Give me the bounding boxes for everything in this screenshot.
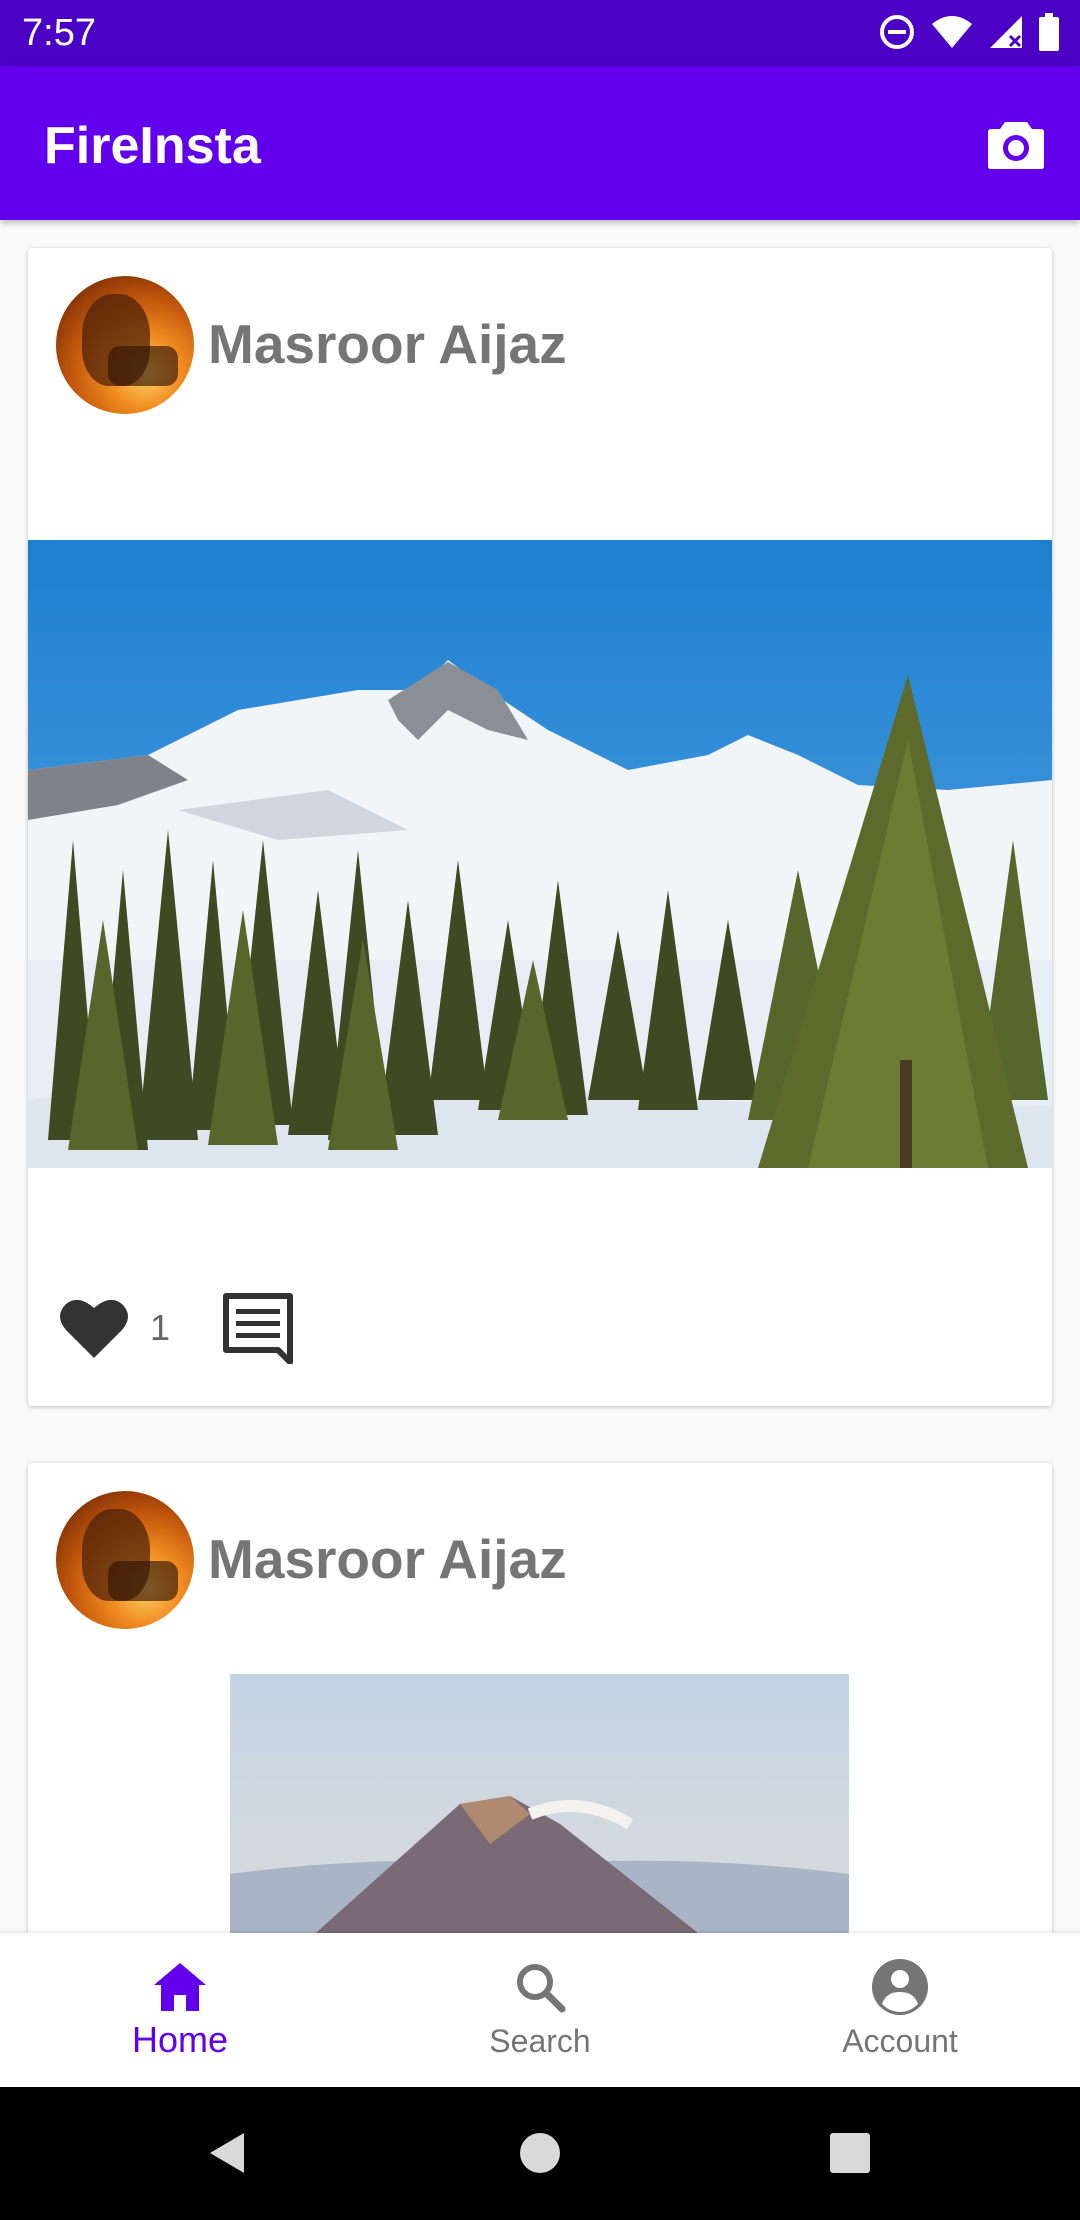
nav-home[interactable]: Home	[0, 1933, 360, 2087]
back-icon	[210, 2133, 244, 2173]
post-actions: 1	[56, 1288, 296, 1368]
back-button[interactable]	[196, 2123, 256, 2183]
heart-icon	[60, 1299, 128, 1358]
like-button[interactable]	[56, 1290, 132, 1366]
camera-icon	[988, 122, 1044, 169]
bottom-navigation: Home Search Account	[0, 1933, 1080, 2087]
app-bar: FireInsta	[0, 66, 1080, 220]
nav-search-label: Search	[489, 2023, 591, 2059]
battery-icon	[1039, 13, 1059, 51]
comment-button[interactable]	[220, 1290, 296, 1366]
account-circle-icon	[872, 1959, 928, 2015]
feed[interactable]: Masroor Aijaz 1 Masroor Aijaz	[0, 220, 1080, 1933]
avatar[interactable]	[56, 276, 194, 414]
post-photo[interactable]	[28, 540, 1052, 1168]
status-time: 7:57	[22, 12, 96, 54]
home-icon	[154, 1963, 206, 2011]
app-title: FireInsta	[44, 117, 261, 175]
post-author[interactable]: Masroor Aijaz	[208, 1527, 567, 1591]
nav-search[interactable]: Search	[360, 1933, 720, 2087]
nav-home-label: Home	[131, 2019, 229, 2060]
post-card: Masroor Aijaz	[28, 1463, 1052, 1933]
post-photo[interactable]	[230, 1674, 849, 1933]
home-system-button[interactable]	[510, 2123, 570, 2183]
camera-button[interactable]	[984, 112, 1048, 176]
cell-signal-icon	[990, 16, 1022, 48]
nav-account-label: Account	[842, 2023, 958, 2059]
post-author[interactable]: Masroor Aijaz	[208, 312, 567, 376]
do-not-disturb-icon	[880, 15, 914, 49]
like-count: 1	[150, 1307, 171, 1348]
home-circle-icon	[520, 2133, 560, 2173]
recents-icon	[830, 2133, 870, 2173]
nav-account[interactable]: Account	[720, 1933, 1080, 2087]
search-icon	[517, 1964, 566, 2013]
post-card: Masroor Aijaz	[28, 248, 1052, 1406]
recents-button[interactable]	[820, 2123, 880, 2183]
wifi-icon	[932, 16, 972, 48]
avatar[interactable]	[56, 1491, 194, 1629]
status-icons	[878, 12, 1060, 52]
comment-icon	[223, 1293, 293, 1364]
system-navigation-bar	[0, 2087, 1080, 2220]
status-bar: 7:57	[0, 0, 1080, 66]
